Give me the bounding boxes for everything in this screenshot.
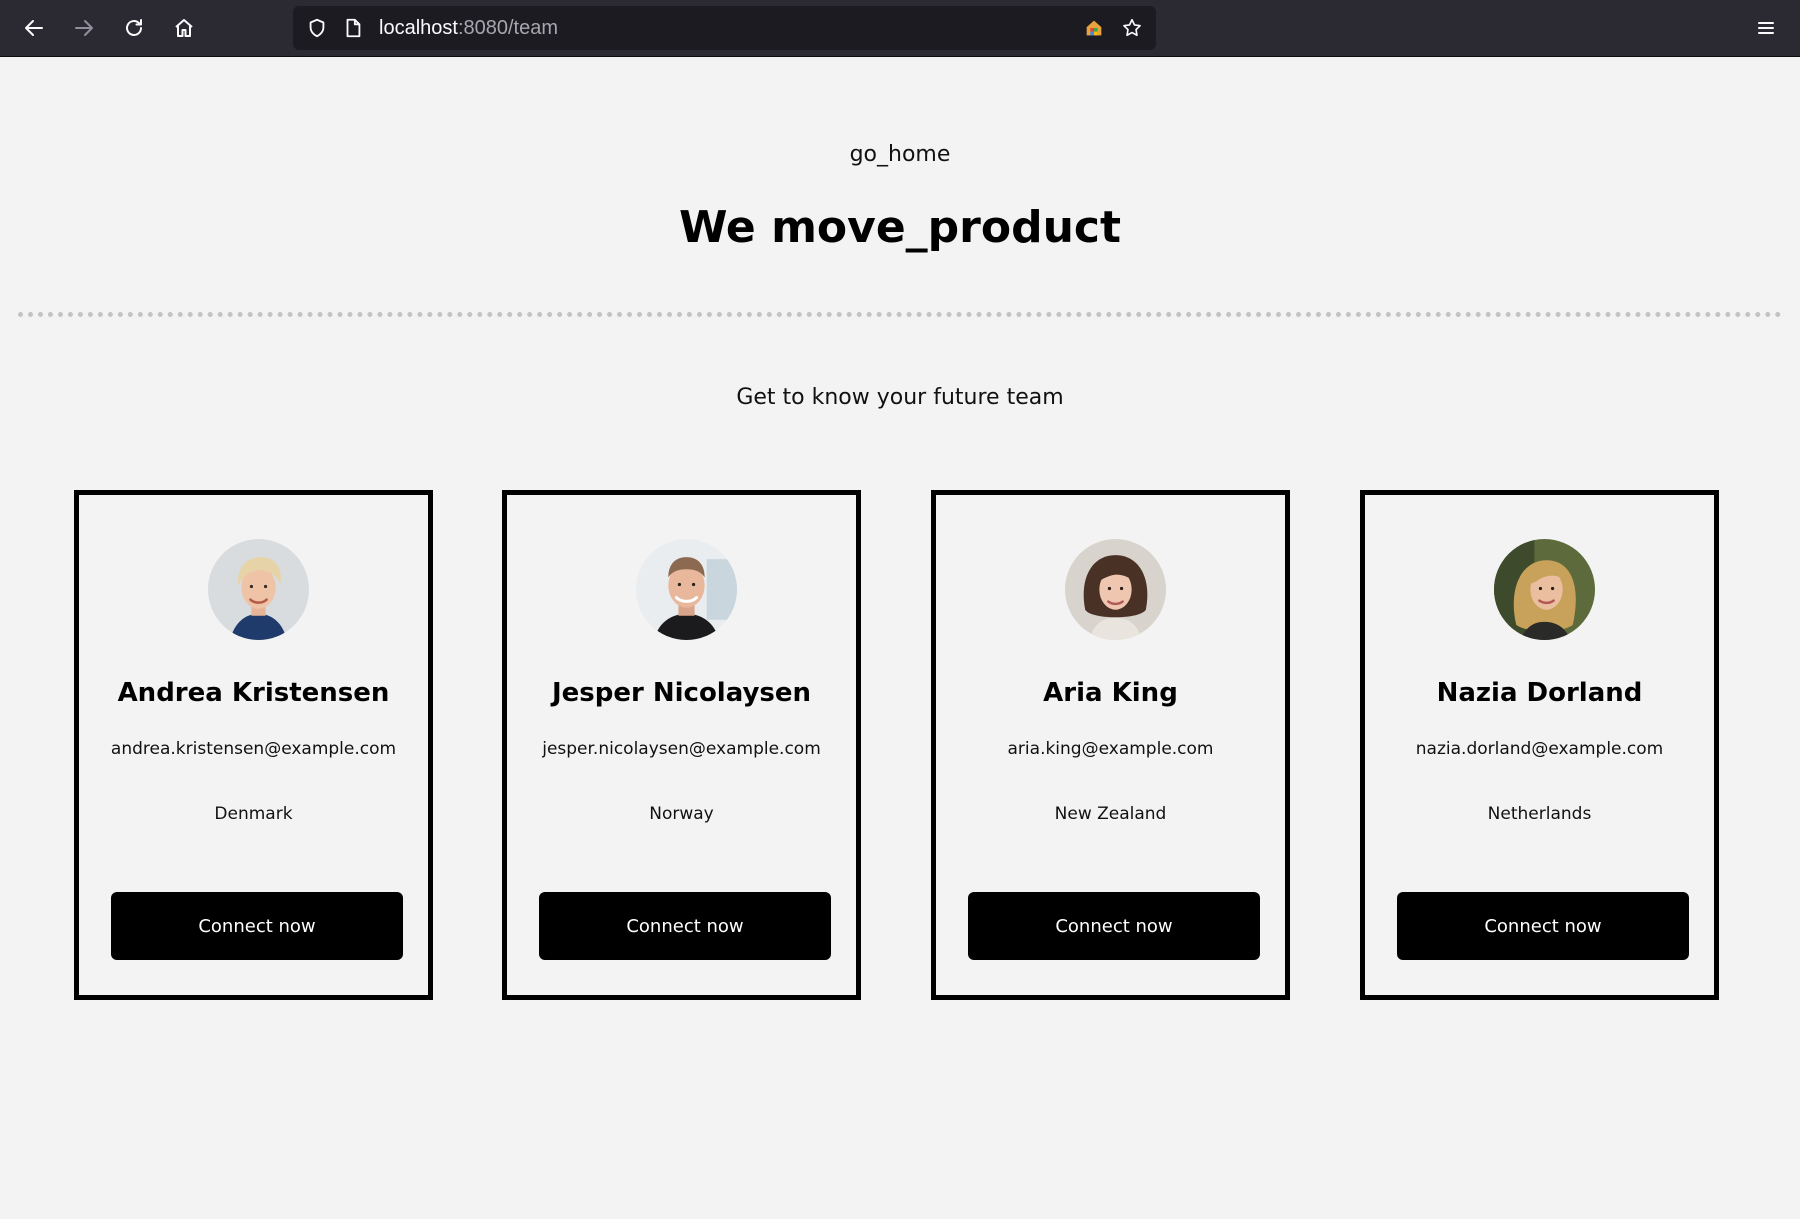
forward-arrow-icon [75, 20, 93, 36]
url-bar[interactable]: localhost:8080/team [293, 6, 1156, 50]
home-icon [175, 19, 193, 37]
url-path: :8080/team [457, 17, 559, 39]
member-country: Denmark [214, 804, 293, 824]
avatar [208, 539, 309, 640]
forward-button[interactable] [64, 8, 104, 48]
go-home-link[interactable]: go_home [0, 142, 1800, 167]
connect-now-button[interactable]: Connect now [968, 892, 1260, 960]
avatar [636, 539, 737, 640]
team-card: Andrea Kristensen andrea.kristensen@exam… [74, 490, 433, 1000]
url-host: localhost [379, 17, 458, 39]
shield-icon[interactable] [305, 16, 329, 40]
member-name: Aria King [1043, 678, 1178, 708]
back-arrow-icon [25, 20, 43, 36]
member-country: Norway [649, 804, 714, 824]
extension-icon[interactable] [1082, 16, 1106, 40]
reload-icon [126, 19, 142, 36]
member-name: Andrea Kristensen [117, 678, 390, 708]
page-title: We move_product [678, 202, 1122, 253]
connect-now-button[interactable]: Connect now [1397, 892, 1689, 960]
connect-now-button[interactable]: Connect now [111, 892, 403, 960]
dotted-divider [18, 312, 1782, 317]
member-email: andrea.kristensen@example.com [110, 739, 397, 759]
team-card: Aria King aria.king@example.com New Zeal… [931, 490, 1290, 1000]
member-country: New Zealand [1054, 804, 1167, 824]
member-email: jesper.nicolaysen@example.com [542, 739, 821, 759]
member-name: Jesper Nicolaysen [551, 678, 812, 708]
back-button[interactable] [14, 8, 54, 48]
page-content: go_home We move_product Get to know your… [0, 57, 1800, 1219]
member-email: nazia.dorland@example.com [1415, 739, 1664, 759]
avatar [1494, 539, 1595, 640]
team-card: Nazia Dorland nazia.dorland@example.com … [1360, 490, 1719, 1000]
page-icon [341, 16, 365, 40]
section-subtitle: Get to know your future team [736, 385, 1064, 410]
app-menu-button[interactable] [1746, 8, 1786, 48]
reload-button[interactable] [114, 8, 154, 48]
member-name: Nazia Dorland [1436, 678, 1643, 708]
team-card: Jesper Nicolaysen jesper.nicolaysen@exam… [502, 490, 861, 1000]
browser-toolbar: localhost:8080/team [0, 0, 1800, 57]
star-icon[interactable] [1120, 16, 1144, 40]
avatar [1065, 539, 1166, 640]
member-country: Netherlands [1487, 804, 1592, 824]
hamburger-menu-icon [1758, 22, 1774, 34]
url-text[interactable]: localhost:8080/team [379, 6, 558, 50]
connect-now-button[interactable]: Connect now [539, 892, 831, 960]
member-email: aria.king@example.com [1007, 739, 1214, 759]
home-button[interactable] [164, 8, 204, 48]
